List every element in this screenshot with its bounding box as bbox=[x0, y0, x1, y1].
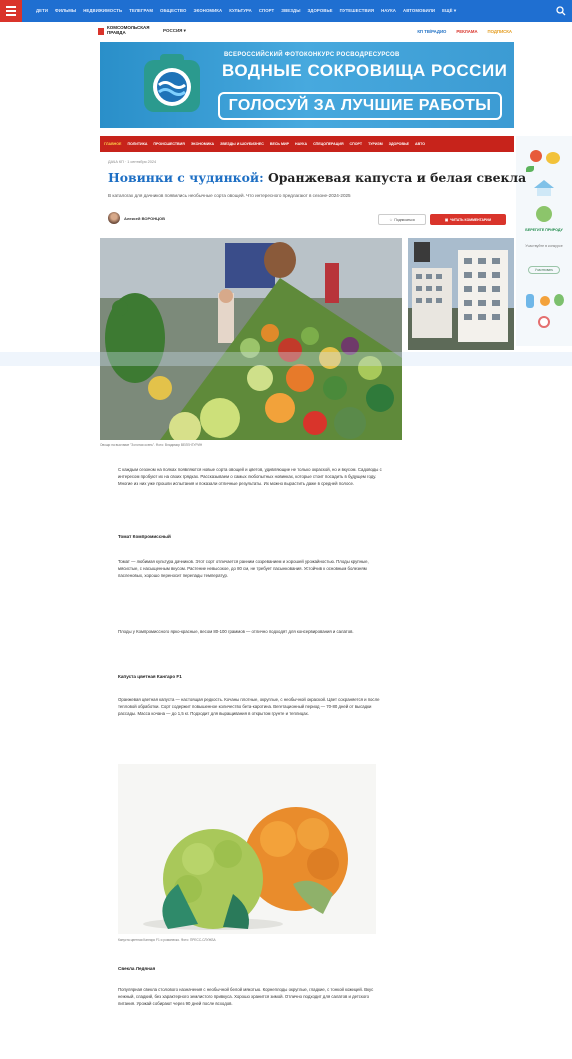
article-title: Новинки с чудинкой: Оранжевая капуста и … bbox=[108, 170, 526, 185]
search-icon[interactable] bbox=[550, 0, 572, 22]
house-icon bbox=[534, 180, 554, 196]
ad-banner[interactable]: ВСЕРОССИЙСКИЙ ФОТОКОНКУРС РОСВОДРЕСУРСОВ… bbox=[100, 42, 514, 128]
article-paragraph: Томат — любимая культура дачников. Этот … bbox=[118, 559, 369, 579]
side-ad-subtitle: Участвуйте в конкурсе bbox=[525, 244, 563, 248]
rubric-link[interactable]: ЗДОРОВЬЕ bbox=[389, 142, 409, 146]
nav-link[interactable]: ОБЩЕСТВО bbox=[160, 8, 186, 14]
nav-link[interactable]: ЗВЕЗДЫ bbox=[281, 8, 300, 14]
rubric-link[interactable]: ГЛАВНОЕ bbox=[104, 142, 121, 146]
breadcrumb[interactable]: ДАЧА КП · 1 сентября 2024 bbox=[108, 160, 156, 164]
nav-link[interactable]: НЕДВИЖИМОСТЬ bbox=[83, 8, 122, 14]
article-paragraph: Оранжевая цветная капуста — настоящая ре… bbox=[118, 697, 380, 717]
article-photo bbox=[118, 764, 376, 934]
rubric-link[interactable]: СПОРТ bbox=[350, 142, 363, 146]
cauliflower-image bbox=[118, 764, 376, 934]
title-highlight: Новинки с чудинкой: bbox=[108, 170, 264, 185]
nav-link[interactable]: ФИЛЬМЫ bbox=[55, 8, 76, 14]
fruit-icon bbox=[530, 150, 542, 162]
nav-link[interactable]: ЭКОНОМИКА bbox=[193, 8, 222, 14]
rubric-link[interactable]: ТУРИЗМ bbox=[368, 142, 383, 146]
rubric-link[interactable]: НАУКА bbox=[295, 142, 307, 146]
rubric-link[interactable]: ВЕСЬ МИР bbox=[270, 142, 289, 146]
logo-mark bbox=[98, 27, 104, 35]
banner-cta[interactable]: ГОЛОСУЙ ЗА ЛУЧШИЕ РАБОТЫ bbox=[218, 92, 502, 120]
bell-icon: ☆ bbox=[389, 217, 393, 222]
banner-subtitle: ВСЕРОССИЙСКИЙ ФОТОКОНКУРС РОСВОДРЕСУРСОВ bbox=[224, 52, 400, 58]
section-heading: Томат Компромиссный bbox=[118, 534, 171, 539]
article-paragraph: Плоды у Компромиссного ярко-красные, вес… bbox=[118, 629, 354, 634]
article-photo bbox=[100, 238, 402, 440]
site-logo[interactable]: КОМСОМОЛЬСКАЯ ПРАВДА bbox=[98, 26, 153, 35]
rubric-link[interactable]: ПОЛИТИКА bbox=[127, 142, 147, 146]
avatar bbox=[108, 212, 120, 224]
photo-caption: Капуста цветная Кангаро F1 и романеско. … bbox=[118, 938, 216, 942]
nav-link[interactable]: АВТОМОБИЛИ bbox=[403, 8, 435, 14]
building-image bbox=[408, 238, 514, 350]
clock-icon bbox=[538, 316, 550, 328]
logo-text: КОМСОМОЛЬСКАЯ ПРАВДА bbox=[107, 25, 150, 35]
photo-caption: Овощи на выставке "Золотая осень". Фото:… bbox=[100, 443, 203, 447]
nav-link[interactable]: ПУТЕШЕСТВИЯ bbox=[340, 8, 374, 14]
read-comments-label: ЧИТАТЬ КОММЕНТАРИИ bbox=[450, 217, 492, 222]
real-estate-ad[interactable] bbox=[408, 238, 514, 350]
nav-link[interactable]: ТЕЛЕГРАМ bbox=[129, 8, 153, 14]
subscribe-button[interactable]: ☆ Подписаться bbox=[378, 214, 426, 225]
rubric-link[interactable]: ЗВЕЗДЫ И ШОУБИЗНЕС bbox=[220, 142, 264, 146]
vegetable-display-image bbox=[100, 238, 402, 440]
section-heading: Свекла Ледяная bbox=[118, 966, 156, 971]
section-heading: Капуста цветная Кангаро F1 bbox=[118, 674, 182, 679]
header-link-tv[interactable]: КП ТВ/РАДИО bbox=[417, 29, 446, 34]
leaf-icon bbox=[526, 166, 534, 172]
nav-link[interactable]: НАУКА bbox=[381, 8, 396, 14]
article-paragraph: С каждым сезоном на полках появляются но… bbox=[118, 467, 382, 487]
top-nav: ДЕТИ ФИЛЬМЫ НЕДВИЖИМОСТЬ ТЕЛЕГРАМ ОБЩЕСТ… bbox=[0, 0, 572, 22]
author-name[interactable]: Алексей ВОРОНЦОВ bbox=[124, 216, 165, 221]
region-selector[interactable]: РОССИЯ ▾ bbox=[163, 28, 186, 34]
nav-link[interactable]: ЗДОРОВЬЕ bbox=[308, 8, 333, 14]
header-links: КП ТВ/РАДИО РЕКЛАМА ПОДПИСКА bbox=[417, 29, 512, 34]
site-header: КОМСОМОЛЬСКАЯ ПРАВДА РОССИЯ ▾ КП ТВ/РАДИ… bbox=[98, 24, 512, 38]
rubric-link[interactable]: ПРОИСШЕСТВИЯ bbox=[153, 142, 184, 146]
side-ad-button[interactable]: Участвовать bbox=[528, 266, 560, 274]
nav-link[interactable]: СПОРТ bbox=[259, 8, 274, 14]
nav-link[interactable]: ДЕТИ bbox=[36, 8, 48, 14]
rubric-link[interactable]: ЭКОНОМИКА bbox=[191, 142, 214, 146]
side-ad[interactable]: БЕРЕГИТЕ ПРИРОДУ Участвуйте в конкурсе У… bbox=[516, 136, 572, 346]
banner-title: ВОДНЫЕ СОКРОВИЩА РОССИИ bbox=[222, 61, 508, 80]
rubric-link[interactable]: АВТО bbox=[415, 142, 425, 146]
nav-link[interactable]: КУЛЬТУРА bbox=[229, 8, 252, 14]
nav-links: ДЕТИ ФИЛЬМЫ НЕДВИЖИМОСТЬ ТЕЛЕГРАМ ОБЩЕСТ… bbox=[22, 8, 550, 14]
fruit-icon bbox=[546, 152, 560, 164]
article-paragraph: Популярная свекла столового назначения с… bbox=[118, 987, 374, 1007]
header-link-subscribe[interactable]: ПОДПИСКА bbox=[488, 29, 512, 34]
bottle-icon bbox=[526, 294, 534, 308]
menu-icon[interactable] bbox=[0, 0, 22, 22]
overlay-stripe bbox=[0, 352, 572, 366]
article-lead: В каталогах для дачников появились необы… bbox=[108, 193, 351, 198]
nav-link[interactable]: ЕЩЁ ▾ bbox=[442, 8, 456, 14]
subscribe-label: Подписаться bbox=[394, 217, 415, 222]
plant-icon bbox=[536, 206, 552, 222]
read-comments-button[interactable]: ▣ ЧИТАТЬ КОММЕНТАРИИ bbox=[430, 214, 506, 225]
author-block[interactable]: Алексей ВОРОНЦОВ bbox=[108, 212, 165, 224]
rubric-bar: ГЛАВНОЕ ПОЛИТИКА ПРОИСШЕСТВИЯ ЭКОНОМИКА … bbox=[100, 136, 514, 152]
rubric-link[interactable]: СПЕЦОПЕРАЦИЯ bbox=[313, 142, 343, 146]
title-rest: Оранжевая капуста и белая свекла bbox=[263, 170, 527, 185]
fruit-icon bbox=[540, 296, 550, 306]
photo-contest-icon bbox=[144, 54, 200, 112]
side-ad-title: БЕРЕГИТЕ ПРИРОДУ bbox=[525, 228, 563, 232]
comment-icon: ▣ bbox=[444, 217, 449, 222]
header-link-ads[interactable]: РЕКЛАМА bbox=[456, 29, 477, 34]
fruit-icon bbox=[554, 294, 564, 306]
